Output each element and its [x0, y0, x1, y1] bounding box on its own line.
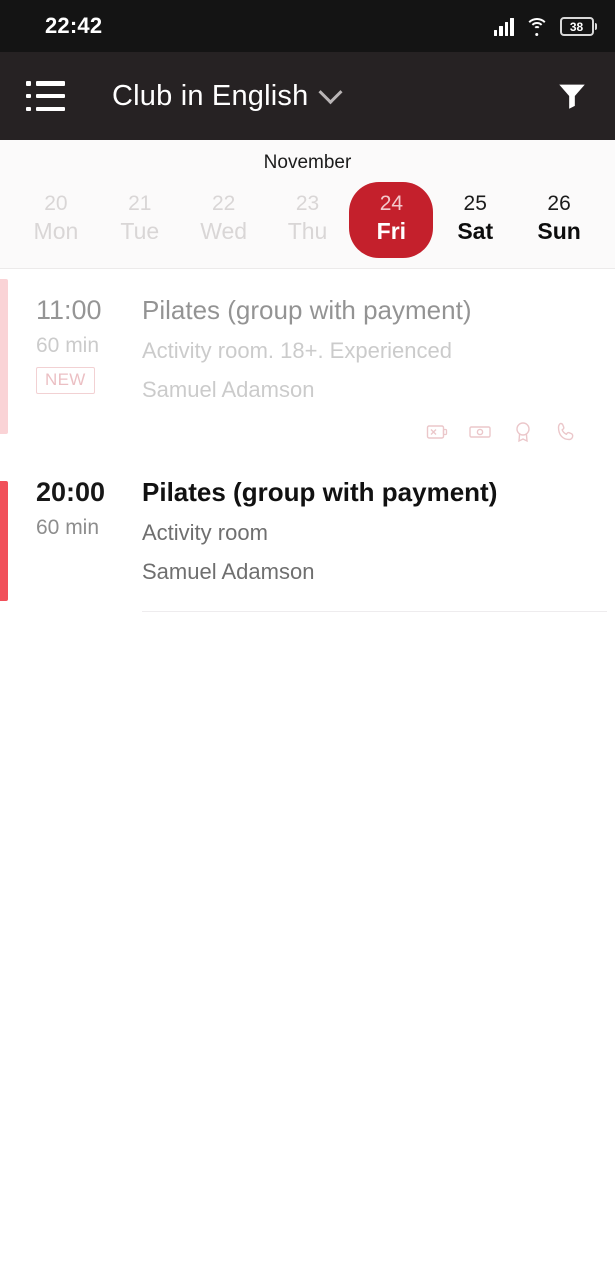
day-item-25[interactable]: 25 Sat: [433, 182, 517, 258]
phone-icon[interactable]: [553, 419, 579, 445]
club-selector[interactable]: Club in English: [112, 80, 553, 113]
event-accent-bar: [0, 481, 8, 601]
day-item-24-selected[interactable]: 24 Fri: [349, 182, 434, 258]
battery-percent-label: 38: [569, 19, 584, 34]
day-name: Sat: [457, 218, 494, 245]
status-clock: 22:42: [45, 13, 103, 38]
day-name: Sun: [537, 218, 581, 245]
battery-icon: 38: [559, 17, 597, 36]
event-location: Activity room. 18+. Experienced: [142, 338, 452, 364]
list-menu-icon[interactable]: [26, 81, 66, 111]
event-details: Pilates (group with payment) Activity ro…: [142, 295, 615, 459]
status-badge: NEW: [36, 367, 95, 395]
day-item-21[interactable]: 21 Tue: [98, 182, 182, 258]
day-name: Thu: [287, 218, 328, 245]
app-bar: Club in English: [0, 52, 615, 140]
event-details: Pilates (group with payment) Activity ro…: [142, 477, 615, 612]
day-number: 25: [463, 192, 487, 215]
cash-payment-icon[interactable]: [467, 419, 493, 445]
wifi-icon: [524, 17, 549, 36]
event-time-block: 20:00 60 min: [0, 477, 142, 612]
event-start-time: 11:00: [36, 295, 102, 325]
event-time-block: 11:00 60 min NEW: [0, 295, 142, 459]
day-item-26[interactable]: 26 Sun: [517, 182, 601, 258]
day-list: 20 Mon 21 Tue 22 Wed 23 Thu 24 Fri 25 Sa…: [0, 182, 615, 268]
day-number: 21: [128, 192, 152, 215]
event-icon-row: [142, 419, 607, 445]
chevron-down-icon: [318, 79, 343, 104]
day-number: 26: [547, 192, 571, 215]
event-duration: 60 min: [36, 516, 100, 540]
status-bar: 22:42 38: [0, 0, 615, 52]
day-number: 24: [379, 192, 404, 215]
event-accent-bar: [0, 279, 8, 434]
event-trainer: Samuel Adamson: [142, 376, 315, 402]
page-title: Club in English: [112, 79, 309, 112]
event-duration: 60 min: [36, 334, 100, 358]
day-number: 23: [295, 192, 320, 215]
event-list: 11:00 60 min NEW Pilates (group with pay…: [0, 269, 615, 612]
day-name: Tue: [120, 218, 160, 245]
day-item-20[interactable]: 20 Mon: [14, 182, 98, 258]
event-title: Pilates (group with payment): [142, 295, 472, 325]
event-trainer: Samuel Adamson: [142, 558, 315, 584]
date-strip: November 20 Mon 21 Tue 22 Wed 23 Thu 24 …: [0, 140, 615, 269]
day-number: 22: [211, 192, 236, 215]
filter-icon[interactable]: [553, 77, 591, 115]
status-indicators: 38: [493, 16, 597, 36]
day-name: Fri: [376, 218, 407, 245]
app-screen: 22:42 38 Club in English November 20 Mon…: [0, 0, 615, 1280]
day-number: 20: [44, 192, 68, 215]
event-divider: [142, 610, 607, 612]
day-name: Wed: [200, 218, 248, 245]
event-title: Pilates (group with payment): [142, 477, 498, 507]
day-name: Mon: [33, 218, 79, 245]
event-location: Activity room: [142, 520, 268, 546]
day-item-22[interactable]: 22 Wed: [182, 182, 266, 258]
day-item-23[interactable]: 23 Thu: [266, 182, 350, 258]
event-row[interactable]: 20:00 60 min Pilates (group with payment…: [0, 459, 615, 612]
month-label: November: [263, 152, 352, 173]
award-icon[interactable]: [510, 419, 536, 445]
card-declined-icon[interactable]: [424, 419, 450, 445]
event-start-time: 20:00: [36, 477, 106, 507]
event-row[interactable]: 11:00 60 min NEW Pilates (group with pay…: [0, 269, 615, 459]
signal-icon: [493, 16, 514, 36]
